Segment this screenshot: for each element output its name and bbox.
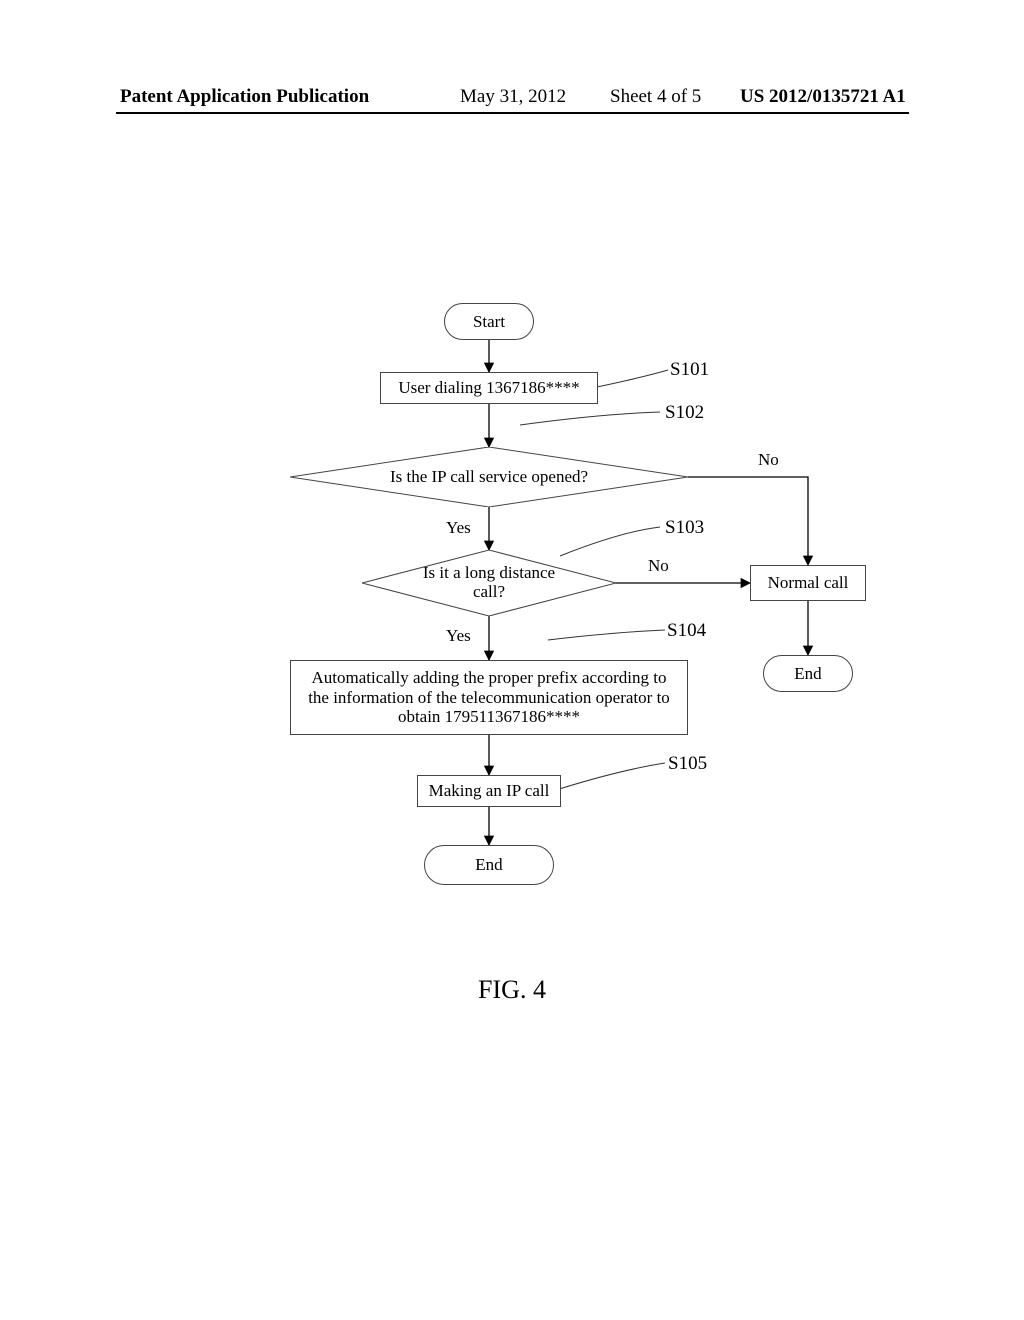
node-user-dialing-label: User dialing 1367186**** [398,378,579,398]
node-normal-call-label: Normal call [768,573,849,593]
node-add-prefix-label: Automatically adding the proper prefix a… [301,668,677,727]
node-end-left-label: End [475,855,502,875]
publication-date: May 31, 2012 [460,86,566,108]
step-s105: S105 [668,753,707,775]
node-user-dialing: User dialing 1367186**** [380,372,598,404]
node-start-label: Start [473,312,505,332]
node-long-distance: Is it a long distance call? [362,550,616,616]
node-start: Start [444,303,534,340]
edge-ip-opened-yes: Yes [446,518,471,538]
figure-caption: FIG. 4 [0,975,1024,1005]
sheet-number: Sheet 4 of 5 [610,86,701,108]
node-make-ip-call-label: Making an IP call [429,781,550,801]
header-rule [116,112,909,114]
node-end-right: End [763,655,853,692]
node-make-ip-call: Making an IP call [417,775,561,807]
node-normal-call: Normal call [750,565,866,601]
edge-ip-opened-no: No [758,450,779,470]
step-s102: S102 [665,402,704,424]
publication-number: US 2012/0135721 A1 [740,86,906,108]
publication-label: Patent Application Publication [120,86,369,108]
node-long-distance-label: Is it a long distance call? [423,564,555,601]
page: Patent Application Publication May 31, 2… [0,0,1024,1320]
node-ip-opened: Is the IP call service opened? [290,447,688,507]
step-s104: S104 [667,620,706,642]
node-end-right-label: End [794,664,821,684]
flowchart-edges [0,0,1024,1320]
edge-long-distance-yes: Yes [446,626,471,646]
node-end-left: End [424,845,554,885]
step-s101: S101 [670,359,709,381]
node-add-prefix: Automatically adding the proper prefix a… [290,660,688,735]
step-s103: S103 [665,517,704,539]
flowchart: Start User dialing 1367186**** S101 Is t… [0,0,1024,1320]
node-ip-opened-label: Is the IP call service opened? [390,468,588,487]
edge-long-distance-no: No [648,556,669,576]
